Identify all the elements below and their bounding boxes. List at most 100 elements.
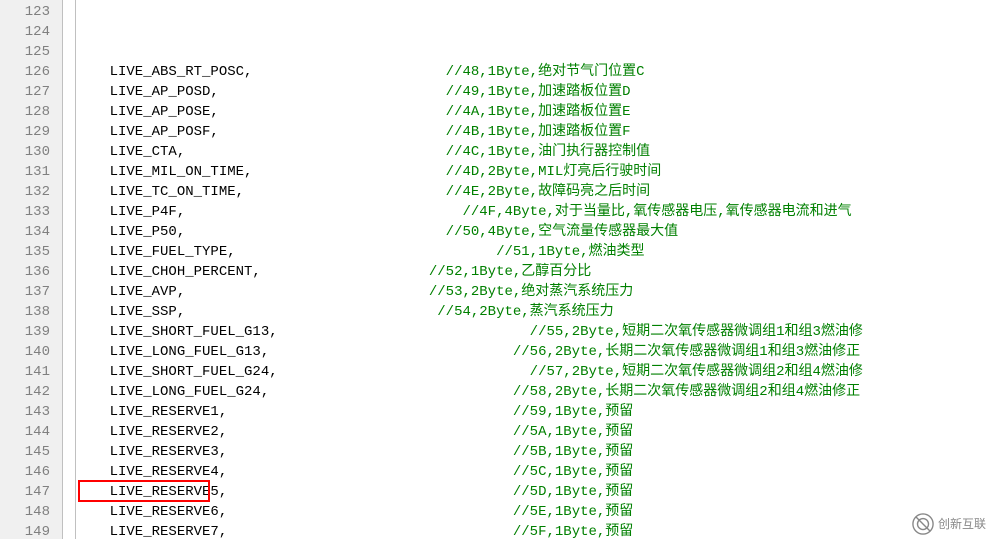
code-line[interactable]: LIVE_ABS_RT_POSC, //48,1Byte,绝对节气门位置C: [76, 62, 990, 82]
line-number: 144: [0, 422, 62, 442]
code-token: LIVE_AP_POSF,: [76, 124, 219, 140]
line-number: 123: [0, 2, 62, 22]
code-token: LIVE_RESERVE4,: [76, 464, 227, 480]
comment-token: //4C,1Byte,油门执行器控制值: [185, 144, 650, 160]
line-number: 137: [0, 282, 62, 302]
comment-token: //58,2Byte,长期二次氧传感器微调组2和组4燃油修正: [269, 384, 860, 400]
comment-token: //4A,1Byte,加速踏板位置E: [219, 104, 631, 120]
line-number: 140: [0, 342, 62, 362]
watermark-text: 创新互联: [938, 514, 986, 534]
code-line[interactable]: LIVE_AP_POSD, //49,1Byte,加速踏板位置D: [76, 82, 990, 102]
line-number: 147: [0, 482, 62, 502]
code-line[interactable]: LIVE_AP_POSE, //4A,1Byte,加速踏板位置E: [76, 102, 990, 122]
code-token: LIVE_FUEL_TYPE,: [76, 244, 236, 260]
code-editor: 1231241251261271281291301311321331341351…: [0, 0, 990, 539]
line-number: 143: [0, 402, 62, 422]
code-line[interactable]: LIVE_RESERVE3, //5B,1Byte,预留: [76, 442, 990, 462]
code-token: LIVE_LONG_FUEL_G13,: [76, 344, 269, 360]
comment-token: //52,1Byte,乙醇百分比: [261, 264, 591, 280]
comment-token: //4D,2Byte,MIL灯亮后行驶时间: [252, 164, 661, 180]
line-number: 145: [0, 442, 62, 462]
line-number: 149: [0, 522, 62, 539]
line-number: 139: [0, 322, 62, 342]
code-line[interactable]: LIVE_SHORT_FUEL_G13, //55,2Byte,短期二次氧传感器…: [76, 322, 990, 342]
code-line[interactable]: LIVE_CHOH_PERCENT, //52,1Byte,乙醇百分比: [76, 262, 990, 282]
code-line[interactable]: LIVE_RESERVE2, //5A,1Byte,预留: [76, 422, 990, 442]
code-token: LIVE_RESERVE2,: [76, 424, 227, 440]
comment-token: //55,2Byte,短期二次氧传感器微调组1和组3燃油修: [278, 324, 863, 340]
watermark-logo-icon: [912, 513, 934, 535]
code-token: LIVE_CTA,: [76, 144, 185, 160]
line-number-gutter: 1231241251261271281291301311321331341351…: [0, 0, 62, 539]
code-line[interactable]: LIVE_TC_ON_TIME, //4E,2Byte,故障码亮之后时间: [76, 182, 990, 202]
code-line[interactable]: LIVE_SHORT_FUEL_G24, //57,2Byte,短期二次氧传感器…: [76, 362, 990, 382]
line-number: 141: [0, 362, 62, 382]
code-token: LIVE_ABS_RT_POSC,: [76, 64, 252, 80]
comment-token: //5F,1Byte,预留: [227, 524, 633, 539]
line-number: 133: [0, 202, 62, 222]
comment-token: //50,4Byte,空气流量传感器最大值: [185, 224, 678, 240]
code-line[interactable]: LIVE_LONG_FUEL_G24, //58,2Byte,长期二次氧传感器微…: [76, 382, 990, 402]
line-number: 135: [0, 242, 62, 262]
comment-token: //54,2Byte,蒸汽系统压力: [185, 304, 613, 320]
code-token: LIVE_RESERVE7,: [76, 524, 227, 539]
line-number: 124: [0, 22, 62, 42]
code-token: LIVE_CHOH_PERCENT,: [76, 264, 261, 280]
code-line[interactable]: LIVE_MIL_ON_TIME, //4D,2Byte,MIL灯亮后行驶时间: [76, 162, 990, 182]
comment-token: //53,2Byte,绝对蒸汽系统压力: [185, 284, 633, 300]
code-token: LIVE_SSP,: [76, 304, 185, 320]
code-token: LIVE_AP_POSD,: [76, 84, 219, 100]
line-number: 125: [0, 42, 62, 62]
line-number: 131: [0, 162, 62, 182]
comment-token: //5E,1Byte,预留: [227, 504, 633, 520]
code-line[interactable]: LIVE_RESERVE4, //5C,1Byte,预留: [76, 462, 990, 482]
code-token: LIVE_SHORT_FUEL_G13,: [76, 324, 278, 340]
code-token: LIVE_AVP,: [76, 284, 185, 300]
watermark: 创新互联: [912, 513, 986, 535]
comment-token: //5A,1Byte,预留: [227, 424, 633, 440]
fold-margin: [63, 0, 76, 539]
code-line[interactable]: LIVE_P50, //50,4Byte,空气流量传感器最大值: [76, 222, 990, 242]
code-token: LIVE_RESERVE1,: [76, 404, 227, 420]
code-line[interactable]: LIVE_SSP, //54,2Byte,蒸汽系统压力: [76, 302, 990, 322]
line-number: 127: [0, 82, 62, 102]
line-number: 126: [0, 62, 62, 82]
line-number: 132: [0, 182, 62, 202]
line-number: 129: [0, 122, 62, 142]
code-token: LIVE_AP_POSE,: [76, 104, 219, 120]
comment-token: //49,1Byte,加速踏板位置D: [219, 84, 631, 100]
code-line[interactable]: LIVE_RESERVE7, //5F,1Byte,预留: [76, 522, 990, 539]
code-token: LIVE_MIL_ON_TIME,: [76, 164, 252, 180]
comment-token: //5B,1Byte,预留: [227, 444, 633, 460]
code-line[interactable]: LIVE_RESERVE5, //5D,1Byte,预留: [76, 482, 990, 502]
code-line[interactable]: LIVE_FUEL_TYPE, //51,1Byte,燃油类型: [76, 242, 990, 262]
comment-token: //4B,1Byte,加速踏板位置F: [219, 124, 631, 140]
code-line[interactable]: LIVE_AP_POSF, //4B,1Byte,加速踏板位置F: [76, 122, 990, 142]
comment-token: //56,2Byte,长期二次氧传感器微调组1和组3燃油修正: [269, 344, 860, 360]
line-number: 142: [0, 382, 62, 402]
code-token: LIVE_SHORT_FUEL_G24,: [76, 364, 278, 380]
code-line[interactable]: LIVE_CTA, //4C,1Byte,油门执行器控制值: [76, 142, 990, 162]
comment-token: //4E,2Byte,故障码亮之后时间: [244, 184, 650, 200]
comment-token: //4F,4Byte,对于当量比,氧传感器电压,氧传感器电流和进气: [185, 204, 851, 220]
line-number: 134: [0, 222, 62, 242]
code-line[interactable]: LIVE_P4F, //4F,4Byte,对于当量比,氧传感器电压,氧传感器电流…: [76, 202, 990, 222]
line-number: 146: [0, 462, 62, 482]
code-token: LIVE_TC_ON_TIME,: [76, 184, 244, 200]
code-area[interactable]: LIVE_ABS_RT_POSC, //48,1Byte,绝对节气门位置C LI…: [76, 0, 990, 539]
code-token: LIVE_RESERVE6,: [76, 504, 227, 520]
comment-token: //59,1Byte,预留: [227, 404, 633, 420]
line-number: 136: [0, 262, 62, 282]
code-token: LIVE_RESERVE3,: [76, 444, 227, 460]
comment-token: //57,2Byte,短期二次氧传感器微调组2和组4燃油修: [278, 364, 863, 380]
line-number: 128: [0, 102, 62, 122]
code-line[interactable]: LIVE_LONG_FUEL_G13, //56,2Byte,长期二次氧传感器微…: [76, 342, 990, 362]
code-line[interactable]: LIVE_AVP, //53,2Byte,绝对蒸汽系统压力: [76, 282, 990, 302]
code-token: LIVE_LONG_FUEL_G24,: [76, 384, 269, 400]
code-line[interactable]: LIVE_RESERVE1, //59,1Byte,预留: [76, 402, 990, 422]
code-token: LIVE_P4F,: [76, 204, 185, 220]
code-line[interactable]: LIVE_RESERVE6, //5E,1Byte,预留: [76, 502, 990, 522]
line-number: 138: [0, 302, 62, 322]
line-number: 130: [0, 142, 62, 162]
comment-token: //5C,1Byte,预留: [227, 464, 633, 480]
